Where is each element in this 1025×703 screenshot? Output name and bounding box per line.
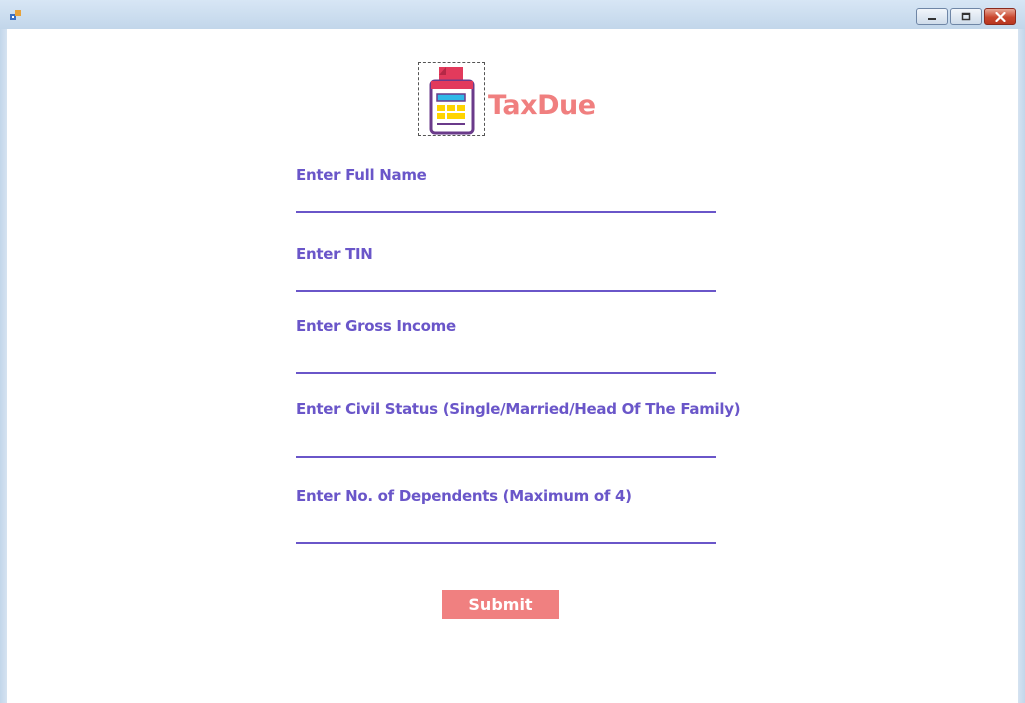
submit-button[interactable]: Submit <box>442 590 559 619</box>
civil-status-field[interactable] <box>296 434 716 458</box>
full-name-field[interactable] <box>296 189 716 213</box>
civil-status-label: Enter Civil Status (Single/Married/Head … <box>296 400 741 418</box>
dependents-field[interactable] <box>296 520 716 544</box>
maximize-button[interactable] <box>950 8 982 25</box>
window-frame-left <box>0 29 7 703</box>
maximize-icon <box>961 12 971 21</box>
minimize-icon <box>928 17 936 20</box>
app-icon <box>10 10 21 20</box>
app-brand-title: TaxDue <box>488 90 596 121</box>
close-icon <box>994 11 1006 22</box>
calculator-receipt-icon <box>429 67 475 135</box>
window-frame-right <box>1018 29 1025 703</box>
gross-income-label: Enter Gross Income <box>296 317 456 335</box>
gross-income-field[interactable] <box>296 350 716 374</box>
minimize-button[interactable] <box>916 8 948 25</box>
dependents-label: Enter No. of Dependents (Maximum of 4) <box>296 487 632 505</box>
tin-label: Enter TIN <box>296 245 373 263</box>
full-name-label: Enter Full Name <box>296 166 427 184</box>
close-button[interactable] <box>984 8 1016 25</box>
tin-field[interactable] <box>296 268 716 292</box>
title-bar <box>0 0 1025 29</box>
logo-picturebox <box>418 62 485 136</box>
